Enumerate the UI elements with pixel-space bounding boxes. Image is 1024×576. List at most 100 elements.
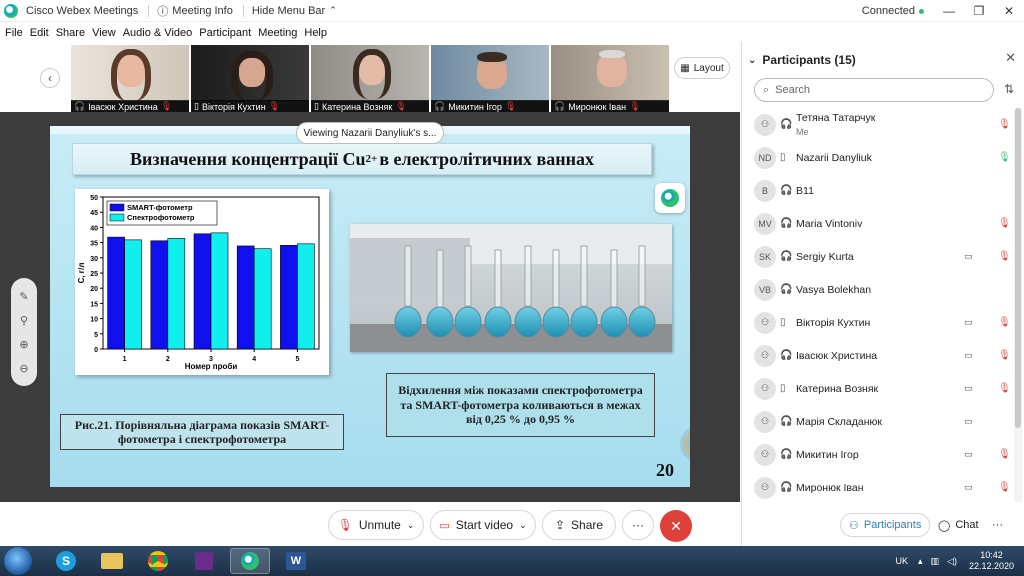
lab-flasks-photo [350, 224, 672, 352]
participant-row[interactable]: ⚇ 🎧 Марія Складанюк ▭ [742, 405, 1012, 438]
menu-share[interactable]: Share [56, 27, 85, 39]
participant-name: Vasya Bolekhan [796, 283, 872, 296]
hide-menu-bar-button[interactable]: Hide Menu Bar ⌃ [252, 5, 337, 17]
phone-icon: ▯ [780, 383, 786, 394]
y-axis-label: C, г/л [77, 263, 86, 284]
participant-list-scrollbar[interactable] [1014, 108, 1022, 502]
menu-view[interactable]: View [92, 27, 116, 39]
strip-prev-button[interactable]: ‹ [40, 68, 60, 88]
participant-row[interactable]: ⚇ 🎧 Тетяна Татарчук Me 🎙︎ [742, 108, 1012, 141]
participants-tab[interactable]: ⚇ Participants [840, 513, 931, 537]
unmute-button[interactable]: 🎙︎ Unmute ⌄ [328, 510, 424, 540]
search-icon: ⌕ [763, 83, 770, 96]
participant-row[interactable]: ⚇ ▯ Катерина Возняк ▭ 🎙︎ [742, 372, 1012, 405]
slide-title: Визначення концентрації Cu 2+ в електроліт… [72, 143, 652, 175]
tray-arrow-icon[interactable]: ▴ [918, 556, 923, 567]
network-icon[interactable]: ▥ [931, 556, 940, 567]
video-thumb[interactable]: 🎧 Миронюк Іван 🎙︎ [551, 45, 669, 113]
muted-mic-icon[interactable]: 🎙︎ [998, 317, 1011, 328]
restore-button[interactable]: ❐ [964, 4, 994, 18]
zoom-out-icon[interactable]: ⊖ [19, 362, 28, 375]
sort-icon[interactable]: ⇅ [1004, 82, 1014, 96]
avatar-person-icon: ⚇ [754, 311, 776, 334]
pin-icon[interactable]: ⚲ [20, 314, 28, 327]
video-thumb[interactable]: 🎧 Микитин Ігор 🎙︎ [431, 45, 549, 113]
panel-tabs: ⚇ Participants ◯ Chat ··· [742, 504, 1024, 544]
headset-icon: 🎧 [780, 482, 793, 493]
participant-row[interactable]: VB 🎧 Vasya Bolekhan [742, 273, 1012, 306]
annotate-icon[interactable]: ✎ [19, 290, 28, 303]
deviation-note: Відхилення між показами спектрофотометра… [386, 373, 655, 437]
bar-spectro [253, 248, 272, 350]
muted-mic-icon: 🎙︎ [268, 101, 281, 111]
muted-mic-icon[interactable]: 🎙︎ [998, 251, 1011, 262]
layout-button[interactable]: ▦ Layout [674, 57, 730, 79]
language-indicator[interactable]: UK [895, 556, 908, 566]
chrome-icon[interactable] [138, 548, 178, 574]
participant-row[interactable]: ⚇ 🎧 Миронюк Іван ▭ 🎙︎ [742, 471, 1012, 504]
minimize-button[interactable]: — [934, 4, 964, 18]
webex-share-badge[interactable] [655, 183, 685, 213]
video-thumb[interactable]: 🎧 Івасюк Христина 🎙︎ [71, 45, 189, 113]
headset-icon: 🎧 [780, 449, 793, 460]
participant-row[interactable]: SK 🎧 Sergiy Kurta ▭ 🎙︎ [742, 240, 1012, 273]
muted-mic-icon: 🎙︎ [629, 101, 641, 111]
save-disk-icon[interactable] [184, 548, 224, 574]
participant-row[interactable]: ⚇ 🎧 Івасюк Христина ▭ 🎙︎ [742, 339, 1012, 372]
word-icon[interactable]: W [276, 548, 316, 574]
y-tick-label: 40 [90, 225, 98, 232]
bar-smart [107, 236, 125, 350]
participant-row[interactable]: ⚇ ▯ Вікторія Кухтин ▭ 🎙︎ [742, 306, 1012, 339]
clock[interactable]: 10:42 22.12.2020 [969, 550, 1014, 573]
y-tick-label: 15 [90, 301, 98, 308]
volume-icon[interactable]: ◁) [947, 556, 957, 567]
viewing-share-banner[interactable]: Viewing Nazarii Danyliuk's s... [296, 122, 444, 144]
close-window-button[interactable]: ✕ [994, 4, 1024, 18]
headset-icon: 🎧 [74, 101, 86, 111]
menu-participant[interactable]: Participant [199, 27, 251, 39]
muted-mic-icon[interactable]: 🎙︎ [998, 482, 1011, 493]
chat-tab[interactable]: ◯ Chat [930, 513, 987, 537]
meeting-info-button[interactable]: ⓘ Meeting Info [157, 3, 233, 19]
x-tick-label: 2 [166, 356, 170, 363]
start-video-button[interactable]: ▭ Start video ⌄ [430, 510, 536, 540]
participant-row[interactable]: ND ▯ Nazarii Danyliuk 🎙︎ [742, 141, 1012, 174]
end-meeting-button[interactable]: ✕ [660, 510, 692, 542]
skype-icon[interactable]: S [46, 548, 86, 574]
video-thumb[interactable]: ▯ Вікторія Кухтин 🎙︎ [191, 45, 309, 113]
menu-audio-video[interactable]: Audio & Video [123, 27, 193, 39]
menu-file[interactable]: File [5, 27, 23, 39]
muted-mic-icon[interactable]: 🎙︎ [998, 350, 1011, 361]
panel-more-button[interactable]: ··· [984, 513, 1011, 537]
chevron-up-icon: ⌃ [329, 5, 337, 15]
participant-row[interactable]: ⚇ 🎧 Микитин Ігор ▭ 🎙︎ [742, 438, 1012, 471]
muted-mic-icon[interactable]: 🎙︎ [998, 119, 1011, 130]
muted-mic-icon[interactable]: 🎙︎ [998, 449, 1011, 460]
flask-body [426, 306, 454, 338]
participant-row[interactable]: B 🎧 B11 [742, 174, 1012, 207]
zoom-in-icon[interactable]: ⊕ [19, 338, 28, 351]
flask-neck [610, 249, 618, 311]
share-button[interactable]: ⇪ Share [542, 510, 616, 540]
muted-mic-icon[interactable]: 🎙︎ [998, 218, 1011, 229]
flask-body [454, 306, 482, 338]
webex-taskbar-icon[interactable] [230, 548, 270, 574]
participant-search-input[interactable]: ⌕ Search [754, 78, 994, 102]
video-thumb[interactable]: ▯ Катерина Возняк 🎙︎ [311, 45, 429, 113]
menu-meeting[interactable]: Meeting [258, 27, 297, 39]
flask-body [628, 306, 656, 338]
participants-header[interactable]: ⌄ Participants (15) [742, 50, 1024, 70]
muted-mic-icon[interactable]: 🎙︎ [998, 383, 1011, 394]
avatar-person-icon: ⚇ [754, 443, 776, 466]
participant-name: Івасюк Христина [796, 349, 878, 362]
file-explorer-icon[interactable] [92, 548, 132, 574]
more-options-button[interactable]: ··· [622, 510, 654, 540]
headset-icon: 🎧 [554, 101, 566, 111]
participant-row[interactable]: MV 🎧 Maria Vintoniv 🎙︎ [742, 207, 1012, 240]
y-tick-label: 35 [90, 241, 98, 248]
close-panel-button[interactable]: ✕ [1005, 50, 1016, 66]
menu-edit[interactable]: Edit [30, 27, 49, 39]
active-mic-icon[interactable]: 🎙︎ [998, 152, 1011, 163]
menu-help[interactable]: Help [304, 27, 327, 39]
start-button[interactable] [4, 547, 32, 575]
